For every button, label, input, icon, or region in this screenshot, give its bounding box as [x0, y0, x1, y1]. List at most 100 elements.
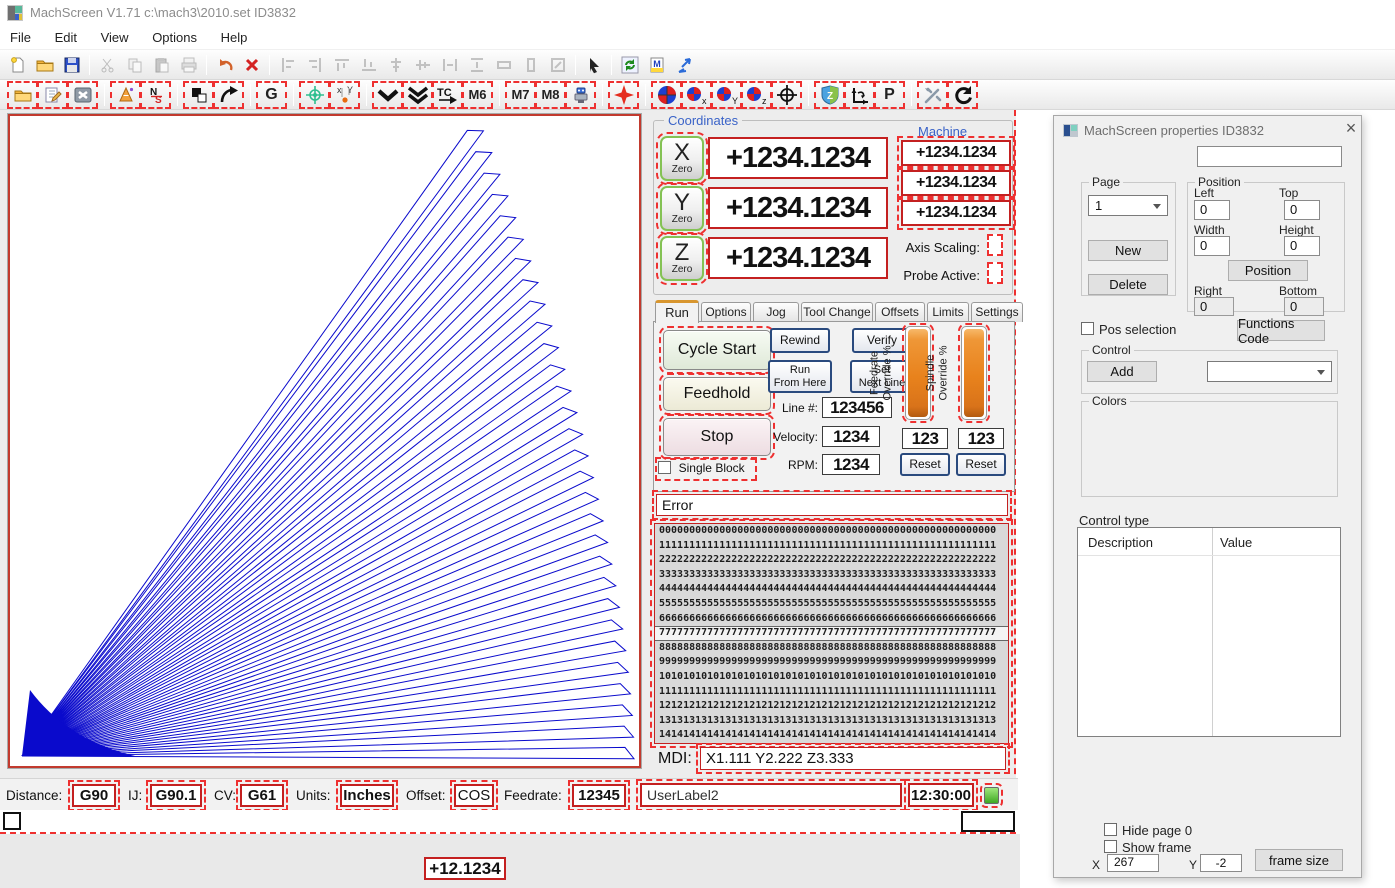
spindle-machine-icon[interactable]	[565, 80, 596, 109]
tab-tool-change[interactable]: Tool Change	[801, 302, 873, 322]
menu-help[interactable]: Help	[211, 26, 258, 49]
element-name-field[interactable]	[1197, 146, 1342, 167]
cut-icon[interactable]	[94, 53, 121, 77]
regen-icon[interactable]	[947, 80, 978, 109]
gcode-line[interactable]: 1313131313131313131313131313131313131313…	[655, 714, 1008, 729]
close-gcode-icon[interactable]	[67, 80, 98, 109]
refresh-screen-icon[interactable]	[616, 53, 643, 77]
control-select[interactable]	[1207, 361, 1332, 382]
corner-element-left[interactable]	[3, 812, 21, 830]
tab-limits[interactable]: Limits	[927, 302, 969, 322]
spindle-reset-button[interactable]: Reset	[956, 453, 1006, 476]
menu-options[interactable]: Options	[142, 26, 207, 49]
gcode-line[interactable]: 1212121212121212121212121212121212121212…	[655, 699, 1008, 714]
spindle-override-value[interactable]: 123	[958, 428, 1004, 449]
space-down-icon[interactable]	[463, 53, 490, 77]
cv-value[interactable]: G61	[236, 780, 288, 811]
spindle-override-slider[interactable]	[958, 323, 990, 423]
align-left-icon[interactable]	[274, 53, 301, 77]
offset-value[interactable]: COS	[450, 780, 498, 811]
feedrate-value[interactable]: 12345	[568, 780, 630, 811]
page-delete-button[interactable]: Delete	[1088, 274, 1168, 295]
gcode-line[interactable]: 9999999999999999999999999999999999999999…	[655, 655, 1008, 670]
safe-z-icon[interactable]: Z	[814, 80, 845, 109]
open-file-icon[interactable]	[31, 53, 58, 77]
gcode-line[interactable]: 1010101010101010101010101010101010101010…	[655, 670, 1008, 685]
goto-z-icon[interactable]	[372, 80, 403, 109]
pos-selection-checkbox[interactable]	[1081, 322, 1094, 335]
frame-size-button[interactable]: frame size	[1255, 849, 1343, 871]
m8-flood-icon[interactable]: M8	[535, 80, 566, 109]
regen-toolpath-icon[interactable]	[213, 80, 244, 109]
control-add-button[interactable]: Add	[1087, 361, 1157, 382]
undo-icon[interactable]	[211, 53, 238, 77]
tab-jog[interactable]: Jog	[753, 302, 799, 322]
gcode-line[interactable]: 0000000000000000000000000000000000000000…	[655, 524, 1008, 539]
rpm-value[interactable]: 1234	[822, 454, 880, 475]
center-horizontal-icon[interactable]	[382, 53, 409, 77]
gcode-line[interactable]: 2222222222222222222222222222222222222222…	[655, 553, 1008, 568]
m7-mist-icon[interactable]: M7	[505, 80, 536, 109]
paste-icon[interactable]	[148, 53, 175, 77]
ns-toggle-icon[interactable]: NS	[140, 80, 171, 109]
top-input[interactable]: 0	[1284, 200, 1320, 220]
import-elements-icon[interactable]	[670, 53, 697, 77]
velocity-value[interactable]: 1234	[822, 426, 880, 447]
gcode-line[interactable]: 4444444444444444444444444444444444444444…	[655, 582, 1008, 597]
position-button[interactable]: Position	[1228, 260, 1308, 281]
wizards-icon[interactable]	[110, 80, 141, 109]
height-input[interactable]: 0	[1284, 236, 1320, 256]
park-icon[interactable]: P	[874, 80, 905, 109]
copy-icon[interactable]	[121, 53, 148, 77]
tool-change-icon[interactable]: TC	[432, 80, 463, 109]
status-led[interactable]	[980, 783, 1003, 808]
set-origin-icon[interactable]	[844, 80, 875, 109]
functions-code-button[interactable]: Functions Code	[1237, 316, 1325, 346]
jog-xy-icon[interactable]: xY	[329, 80, 360, 109]
corner-element-right[interactable]	[961, 811, 1015, 832]
tab-options[interactable]: Options	[701, 302, 751, 322]
new-file-icon[interactable]	[4, 53, 31, 77]
screen-set-icon[interactable]: M	[643, 53, 670, 77]
print-icon[interactable]	[175, 53, 202, 77]
ij-value[interactable]: G90.1	[146, 780, 206, 811]
dialog-close-button[interactable]: ×	[1341, 118, 1361, 138]
run-from-here-button[interactable]: Run From Here	[768, 360, 832, 393]
gcode-line[interactable]: 8888888888888888888888888888888888888888…	[655, 641, 1008, 656]
config-tools-icon[interactable]	[917, 80, 948, 109]
single-block-checkbox[interactable]	[658, 461, 671, 474]
y-coord-field[interactable]: -2	[1200, 854, 1242, 872]
rewind-button[interactable]: Rewind	[770, 328, 830, 353]
menu-view[interactable]: View	[91, 26, 139, 49]
right-input[interactable]: 0	[1194, 297, 1234, 316]
load-gcode-icon[interactable]	[7, 80, 38, 109]
dro-y-value[interactable]: +1234.1234	[708, 187, 888, 229]
tab-offsets[interactable]: Offsets	[875, 302, 925, 322]
distance-value[interactable]: G90	[68, 780, 120, 811]
ref-all-home-icon[interactable]	[608, 80, 639, 109]
dro-all-icon[interactable]	[651, 80, 682, 109]
same-height-icon[interactable]	[517, 53, 544, 77]
gcode-line[interactable]: 1111111111111111111111111111111111111111…	[655, 685, 1008, 700]
menu-file[interactable]: File	[0, 26, 41, 49]
dro-x-icon[interactable]: x	[681, 80, 712, 109]
clock-field[interactable]: 12:30:00	[904, 779, 978, 811]
space-across-icon[interactable]	[436, 53, 463, 77]
page-new-button[interactable]: New	[1088, 240, 1168, 261]
hide-page-checkbox[interactable]	[1104, 823, 1117, 836]
spindle-slider-bar[interactable]	[964, 329, 984, 417]
left-input[interactable]: 0	[1194, 200, 1230, 220]
tab-run[interactable]: Run	[655, 300, 699, 323]
dro-y-icon[interactable]: Y	[711, 80, 742, 109]
same-size-icon[interactable]	[544, 53, 571, 77]
error-field[interactable]: Error	[652, 490, 1012, 520]
align-bottom-icon[interactable]	[355, 53, 382, 77]
feedrate-reset-button[interactable]: Reset	[900, 453, 950, 476]
x-coord-field[interactable]: 267	[1107, 854, 1159, 872]
machine-dro-x[interactable]: +1234.1234	[897, 136, 1015, 170]
probe-icon[interactable]	[299, 80, 330, 109]
gcode-line[interactable]: 3333333333333333333333333333333333333333…	[655, 568, 1008, 583]
machine-coords-icon[interactable]	[771, 80, 802, 109]
feedrate-override-value[interactable]: 123	[902, 428, 948, 449]
toolpath-canvas[interactable]	[10, 116, 639, 766]
